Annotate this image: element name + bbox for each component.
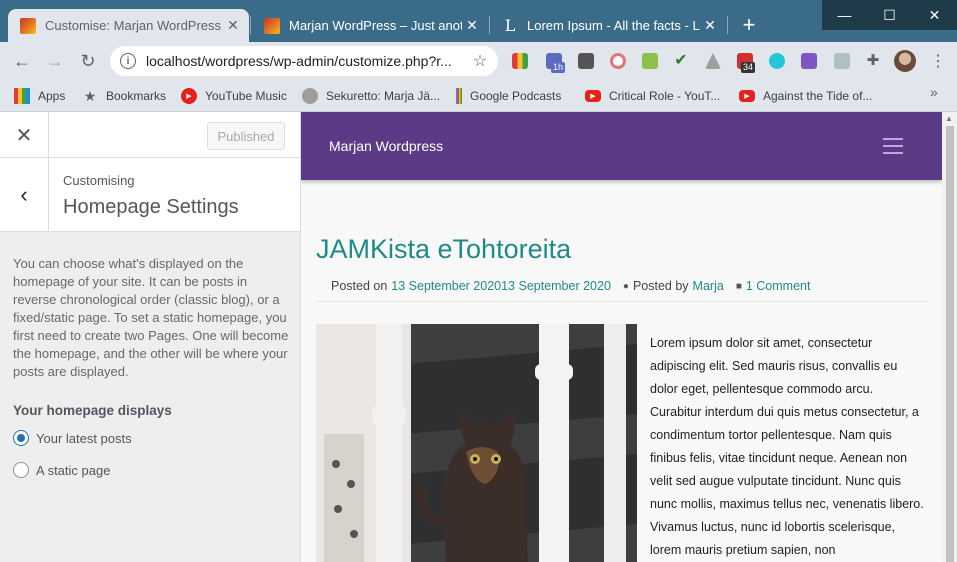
reload-icon[interactable]: ↻ [75,48,101,74]
cat-on-stairs-image [316,324,637,562]
tab-title: Customise: Marjan WordPress – Just [45,18,223,33]
author-link[interactable]: Marja [693,279,724,293]
breadcrumb: Customising [63,173,135,188]
close-tab-icon[interactable]: ✕ [700,17,720,34]
new-tab-button[interactable]: + [737,14,761,38]
bookmark-sekuretto[interactable]: Sekuretto: Marja Jä... [302,86,440,106]
post-title[interactable]: JAMKista eTohtoreita [316,234,571,265]
back-arrow-icon[interactable]: ← [9,48,35,74]
scroll-thumb[interactable] [946,126,954,562]
bookmark-against-the-tide[interactable]: ▶ Against the Tide of... [739,86,872,106]
extension-check-icon[interactable]: ✔ [673,53,689,69]
browser-tabstrip: Customise: Marjan WordPress – Just ✕ Mar… [0,0,957,42]
browser-toolbar: ← → ↻ i localhost/wordpress/wp-admin/cus… [0,42,957,80]
post-date-link[interactable]: 13 September 202013 September 2020 [391,279,611,293]
extension-m-icon[interactable] [769,53,785,69]
bookmark-label: Critical Role - YouT... [609,89,721,103]
close-customizer-icon[interactable]: ✕ [0,112,49,158]
bookmark-star-icon[interactable]: ☆ [468,51,492,71]
youtube-icon: ▶ [739,90,755,102]
homepage-displays-label: Your homepage displays [13,403,172,418]
tab-separator [727,16,728,34]
tab-separator [250,16,251,34]
scroll-up-arrow-icon[interactable]: ▲ [945,114,953,123]
post-featured-image[interactable] [316,324,637,562]
radio-button[interactable] [13,462,29,478]
bookmark-label: Google Podcasts [470,89,562,103]
extension-bulb-icon[interactable] [578,53,594,69]
minimize-icon[interactable]: — [822,0,867,30]
bookmark-label: Apps [38,89,66,103]
extension-shield-icon[interactable] [834,53,850,69]
bookmark-label: Bookmarks [106,89,167,103]
published-button[interactable]: Published [207,122,285,150]
bookmark-google-podcasts[interactable]: Google Podcasts [456,86,561,106]
section-title: Homepage Settings [63,196,239,218]
user-icon: ● [622,280,629,292]
browser-menu-icon[interactable]: ⋮ [930,51,946,71]
globe-icon [302,88,318,104]
customizer-sidebar: ✕ Published ‹ Customising Homepage Setti… [0,112,301,562]
tab-lorem-ipsum[interactable]: L Lorem Ipsum - All the facts - Lipsum ✕ [490,9,726,42]
section-description: You can choose what's displayed on the h… [13,256,289,379]
site-title[interactable]: Marjan Wordpress [329,138,443,154]
radio-button[interactable] [13,430,29,446]
radio-latest-posts[interactable]: Your latest posts [13,430,132,446]
post-meta: Posted on 13 September 202013 September … [316,275,928,302]
site-preview: Marjan Wordpress JAMKista eTohtoreita Po… [301,112,942,562]
more-bookmarks-icon[interactable]: » [930,84,938,100]
bookmark-label: Against the Tide of... [763,89,873,103]
extension-record-icon[interactable] [610,53,626,69]
profile-avatar[interactable] [894,50,916,72]
apps-grid-icon [14,88,30,104]
post-excerpt: Lorem ipsum dolor sit amet, consectetur … [650,336,924,557]
site-info-icon[interactable]: i [120,53,136,69]
extension-chart-icon[interactable] [512,53,528,69]
close-tab-icon[interactable]: ✕ [223,17,243,34]
menu-hamburger-icon[interactable] [883,138,903,154]
comments-link[interactable]: 1 Comment [746,279,811,293]
wordpress-favicon-icon [20,17,36,34]
back-chevron-icon[interactable]: ‹ [0,158,49,231]
podcasts-icon [456,88,462,104]
section-header: ‹ Customising Homepage Settings [0,158,300,232]
tab-title: Lorem Ipsum - All the facts - Lipsum [527,18,700,33]
tab-title: Marjan WordPress – Just another [289,18,462,33]
customizer-header: ✕ Published [0,112,300,158]
bookmark-youtube-music[interactable]: ▶ YouTube Music [181,86,287,106]
bookmark-apps[interactable]: Apps [14,86,65,106]
extension-todoist-badge: 34 [741,62,756,73]
youtube-icon: ▶ [585,90,601,102]
close-tab-icon[interactable]: ✕ [462,17,482,34]
forward-arrow-icon[interactable]: → [42,48,68,74]
site-header: Marjan Wordpress [301,112,942,180]
lipsum-favicon-icon: L [504,15,516,35]
extension-onenote-icon[interactable] [801,53,817,69]
bookmark-critical-role[interactable]: ▶ Critical Role - YouT... [585,86,720,106]
extension-frog-icon[interactable] [642,53,658,69]
star-icon: ★ [83,87,97,104]
posted-by-label: Posted by [632,279,689,293]
youtube-music-icon: ▶ [181,88,197,104]
extension-tab-badge: 1h [551,62,566,73]
close-window-icon[interactable]: ✕ [912,0,957,30]
bookmarks-bar: Apps ★ Bookmarks ▶ YouTube Music Sekuret… [0,80,957,112]
extensions-puzzle-icon[interactable]: ✚ [865,53,881,69]
address-url: localhost/wordpress/wp-admin/customize.p… [146,53,452,69]
posted-on-label: Posted on [331,279,388,293]
bookmark-label: YouTube Music [205,89,287,103]
bookmark-bookmarks[interactable]: ★ Bookmarks [82,86,166,106]
tab-marjan-wordpress[interactable]: Marjan WordPress – Just another ✕ [252,9,488,42]
wordpress-favicon-icon [264,17,280,34]
maximize-icon[interactable]: ☐ [867,0,912,30]
extension-drive-icon[interactable] [705,53,721,69]
radio-static-page[interactable]: A static page [13,462,110,478]
address-bar[interactable]: i localhost/wordpress/wp-admin/customize… [110,46,498,76]
radio-label: Your latest posts [36,430,132,446]
tab-customise[interactable]: Customise: Marjan WordPress – Just ✕ [8,9,249,42]
bookmark-label: Sekuretto: Marja Jä... [326,89,441,103]
comment-icon: ■ [735,280,742,292]
radio-label: A static page [36,462,111,478]
